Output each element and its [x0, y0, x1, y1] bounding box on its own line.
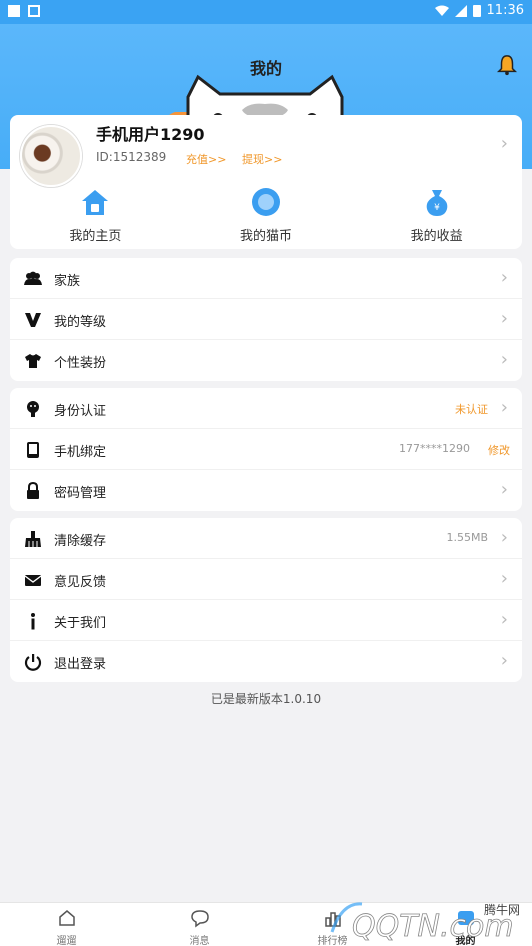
signal-icon: [454, 4, 467, 17]
menu-item-label: 关于我们: [54, 616, 107, 631]
menu-item-dress-up[interactable]: 个性装扮 ›: [10, 340, 522, 381]
chevron-right-icon: ›: [500, 308, 508, 329]
chevron-right-icon: ›: [500, 568, 508, 589]
tab-label: 消息: [189, 936, 210, 946]
shortcut-label: 我的猫币: [240, 229, 293, 244]
family-icon: [24, 271, 42, 285]
menu-item-label: 个性装扮: [54, 356, 107, 371]
bell-icon[interactable]: [496, 54, 518, 76]
shortcut-my-earnings[interactable]: ¥ 我的收益: [351, 187, 522, 244]
home-outline-icon: [58, 910, 75, 926]
chevron-right-icon: ›: [500, 650, 508, 671]
notification-icon: [8, 5, 20, 17]
menu-item-feedback[interactable]: 意见反馈 ›: [10, 559, 522, 600]
chevron-right-icon: ›: [500, 397, 508, 418]
menu-item-clear-cache[interactable]: 清除缓存 1.55MB ›: [10, 518, 522, 559]
recharge-link[interactable]: 充值>>: [186, 151, 226, 167]
shortcut-bar: 我的主页 我的猫币 ¥ 我的收益: [10, 187, 522, 244]
user-id: ID:1512389: [96, 150, 167, 164]
tab-label: 遛遛: [56, 936, 77, 946]
menu-item-level[interactable]: 我的等级 ›: [10, 299, 522, 340]
menu-item-label: 我的等级: [54, 315, 107, 330]
shortcut-my-coins[interactable]: 我的猫币: [181, 187, 352, 244]
site-watermark-logo: QQTN.com 腾牛网: [330, 902, 520, 944]
withdraw-link[interactable]: 提现>>: [242, 151, 282, 167]
coin-icon: [252, 188, 280, 216]
svg-text:¥: ¥: [434, 203, 440, 213]
settings-group-social: 家族 › 我的等级 › 个性装扮 ›: [10, 258, 522, 381]
chevron-right-icon: ›: [500, 267, 508, 288]
menu-item-label: 身份认证: [54, 404, 107, 419]
avatar[interactable]: [20, 125, 82, 187]
menu-item-family[interactable]: 家族 ›: [10, 258, 522, 299]
bound-phone-number: 177****1290: [399, 442, 470, 455]
tab-stroll[interactable]: 遛遛: [0, 903, 133, 946]
menu-item-password[interactable]: 密码管理 ›: [10, 470, 522, 511]
edit-phone-link[interactable]: 修改: [488, 442, 510, 458]
menu-item-label: 密码管理: [54, 486, 107, 501]
info-icon: [31, 613, 35, 630]
money-bag-icon: ¥: [426, 190, 448, 216]
shortcut-my-home[interactable]: 我的主页: [10, 187, 181, 244]
menu-item-about[interactable]: 关于我们 ›: [10, 600, 522, 641]
tab-messages[interactable]: 消息: [133, 903, 266, 946]
identity-status: 未认证: [455, 403, 488, 416]
broom-icon: [25, 531, 41, 547]
tshirt-icon: [25, 354, 41, 368]
lock-icon: [27, 482, 39, 499]
mail-icon: [24, 575, 42, 586]
cache-size: 1.55MB: [446, 531, 488, 544]
shortcut-label: 我的主页: [69, 229, 122, 244]
chevron-right-icon: ›: [500, 609, 508, 630]
menu-item-label: 清除缓存: [54, 534, 107, 549]
settings-group-system: 清除缓存 1.55MB › 意见反馈 › 关于我们 › 退出登录 ›: [10, 518, 522, 682]
chevron-right-icon: ›: [500, 479, 508, 500]
power-icon: [24, 654, 42, 671]
menu-item-identity[interactable]: 身份认证 未认证 ›: [10, 388, 522, 429]
level-icon: [25, 313, 41, 327]
menu-item-logout[interactable]: 退出登录 ›: [10, 641, 522, 682]
status-time: 11:36: [486, 3, 524, 18]
chevron-right-icon: ›: [500, 527, 508, 548]
settings-group-account: 身份认证 未认证 › 手机绑定 177****1290 修改 密码管理 ›: [10, 388, 522, 511]
menu-item-label: 家族: [54, 274, 81, 289]
profile-card: 手机用户1290 ID:1512389 充值>> 提现>> › 我的主页 我的猫…: [10, 115, 522, 249]
chevron-right-icon[interactable]: ›: [501, 133, 508, 154]
chevron-right-icon: ›: [500, 349, 508, 370]
menu-item-phone-binding[interactable]: 手机绑定 177****1290 修改: [10, 429, 522, 470]
watermark-text: 腾牛网: [484, 902, 520, 917]
shortcut-label: 我的收益: [410, 229, 463, 244]
wifi-icon: [434, 5, 449, 16]
status-bar: 11:36: [0, 0, 532, 24]
notification-icon: [28, 5, 40, 17]
username: 手机用户1290: [96, 125, 205, 144]
menu-item-label: 意见反馈: [54, 575, 107, 590]
battery-icon: [472, 5, 481, 17]
identity-icon: [27, 401, 39, 417]
menu-item-label: 退出登录: [54, 657, 107, 672]
home-icon: [82, 190, 109, 215]
phone-icon: [27, 442, 39, 458]
version-text: 已是最新版本1.0.10: [210, 692, 322, 706]
chat-bubble-icon: [190, 910, 209, 928]
menu-item-label: 手机绑定: [54, 445, 107, 460]
